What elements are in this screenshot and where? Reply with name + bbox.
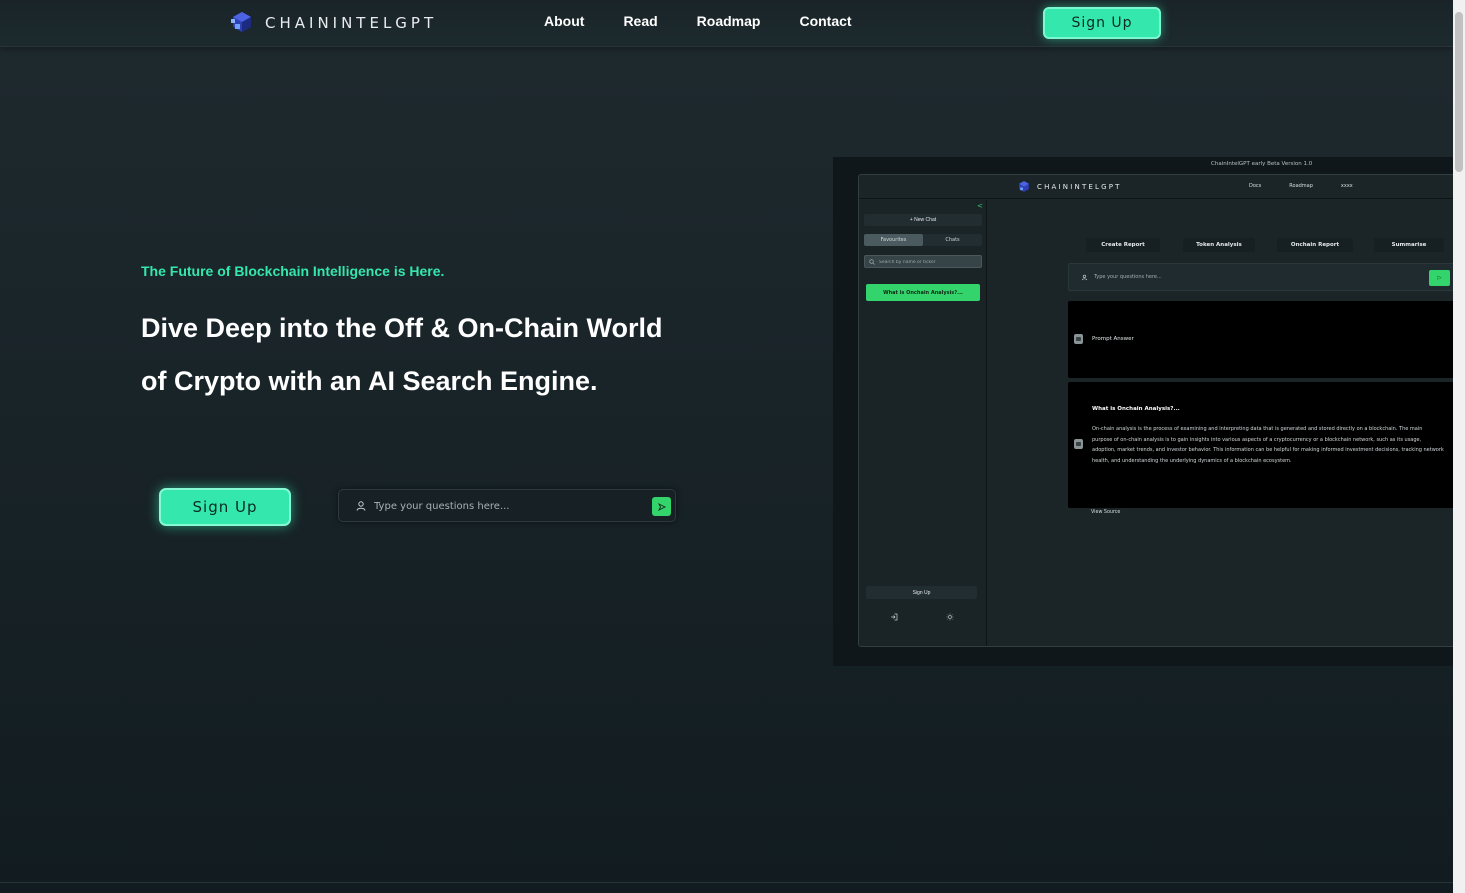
nav-link-read[interactable]: Read: [623, 13, 657, 29]
preview-search-bar: ▷: [1068, 263, 1453, 291]
send-icon: ▷: [1437, 275, 1442, 281]
chip-token-analysis[interactable]: Token Analysis: [1183, 238, 1255, 252]
nav-link-roadmap[interactable]: Roadmap: [697, 13, 761, 29]
preview-header: CHAININTELGPT Docs Roadmap xxxx: [859, 175, 1453, 199]
view-source-link[interactable]: View Source: [1091, 510, 1120, 515]
sidebar-chat-item[interactable]: What is Onchain Analysis?...: [866, 284, 980, 301]
brand-name: CHAININTELGPT: [265, 14, 438, 32]
tab-chats[interactable]: Chats: [923, 234, 982, 246]
hero-search-input[interactable]: [374, 496, 644, 516]
chip-onchain-report[interactable]: Onchain Report: [1277, 238, 1353, 252]
bot-icon: [1074, 334, 1083, 344]
preview-main: Create Report Token Analysis Onchain Rep…: [988, 200, 1453, 646]
search-icon: [869, 259, 875, 265]
send-icon: [657, 502, 666, 511]
preview-nav-extra[interactable]: xxxx: [1341, 183, 1353, 189]
hero-tagline: The Future of Blockchain Intelligence is…: [141, 263, 445, 279]
scrollbar-thumb[interactable]: [1455, 12, 1463, 172]
answer-card: What is Onchain Analysis?... On-chain an…: [1068, 382, 1453, 508]
sidebar-search-input[interactable]: [879, 258, 979, 266]
hero-headline: Dive Deep into the Off & On-Chain World …: [141, 302, 761, 408]
chip-summarise[interactable]: Summarise: [1374, 238, 1444, 252]
preview-logo: CHAININTELGPT: [1017, 180, 1122, 194]
logo-cube-icon: [1019, 181, 1029, 192]
chip-create-report[interactable]: Create Report: [1086, 238, 1160, 252]
preview-app-window: CHAININTELGPT Docs Roadmap xxxx < + New …: [858, 174, 1453, 647]
preview-brand-name: CHAININTELGPT: [1037, 183, 1122, 191]
top-navbar: CHAININTELGPT About Read Roadmap Contact…: [0, 0, 1453, 47]
logo-cube-icon: [231, 12, 251, 32]
prompt-answer-card: Prompt Answer: [1068, 301, 1453, 378]
collapse-icon[interactable]: <: [977, 202, 983, 210]
hero-headline-line2: of Crypto with an AI Search Engine.: [141, 366, 598, 396]
preview-search-input[interactable]: [1094, 272, 1394, 282]
nav-signup-button[interactable]: Sign Up: [1043, 7, 1161, 39]
prompt-answer-label: Prompt Answer: [1092, 336, 1134, 342]
hero-signup-button[interactable]: Sign Up: [159, 488, 291, 526]
beta-version-note: ChainIntelGPT early Beta Version 1.0: [1211, 161, 1313, 167]
nav-link-about[interactable]: About: [544, 13, 584, 29]
page-scrollbar[interactable]: [1453, 0, 1465, 893]
login-icon[interactable]: [890, 613, 898, 621]
hero-headline-line1: Dive Deep into the Off & On-Chain World: [141, 313, 663, 343]
sun-icon[interactable]: [946, 613, 954, 621]
sidebar-search: [864, 255, 982, 268]
new-chat-button[interactable]: + New Chat: [864, 214, 982, 226]
answer-body: On-chain analysis is the process of exam…: [1092, 426, 1444, 464]
user-icon: [1081, 274, 1088, 281]
footer-divider: [0, 882, 1453, 883]
hero-search-bar: [338, 489, 676, 522]
preview-send-button[interactable]: ▷: [1429, 270, 1450, 286]
user-icon: [356, 501, 366, 511]
app-preview-screenshot: ChainIntelGPT early Beta Version 1.0 CHA…: [833, 157, 1453, 666]
preview-nav: Docs Roadmap xxxx: [1249, 183, 1381, 189]
bot-icon: [1074, 439, 1083, 449]
main-nav: About Read Roadmap Contact: [544, 13, 891, 29]
answer-title: What is Onchain Analysis?...: [1092, 406, 1180, 412]
preview-nav-docs[interactable]: Docs: [1249, 183, 1261, 189]
preview-sidebar: < + New Chat Favourites Chats What is On…: [859, 200, 987, 646]
sidebar-tabs: Favourites Chats: [864, 234, 982, 246]
nav-link-contact[interactable]: Contact: [799, 13, 851, 29]
preview-nav-roadmap[interactable]: Roadmap: [1289, 183, 1313, 189]
send-button[interactable]: [652, 497, 671, 516]
sidebar-signup-button[interactable]: Sign Up: [866, 586, 977, 599]
brand-logo[interactable]: CHAININTELGPT: [229, 10, 437, 36]
tab-favourites[interactable]: Favourites: [864, 234, 923, 246]
